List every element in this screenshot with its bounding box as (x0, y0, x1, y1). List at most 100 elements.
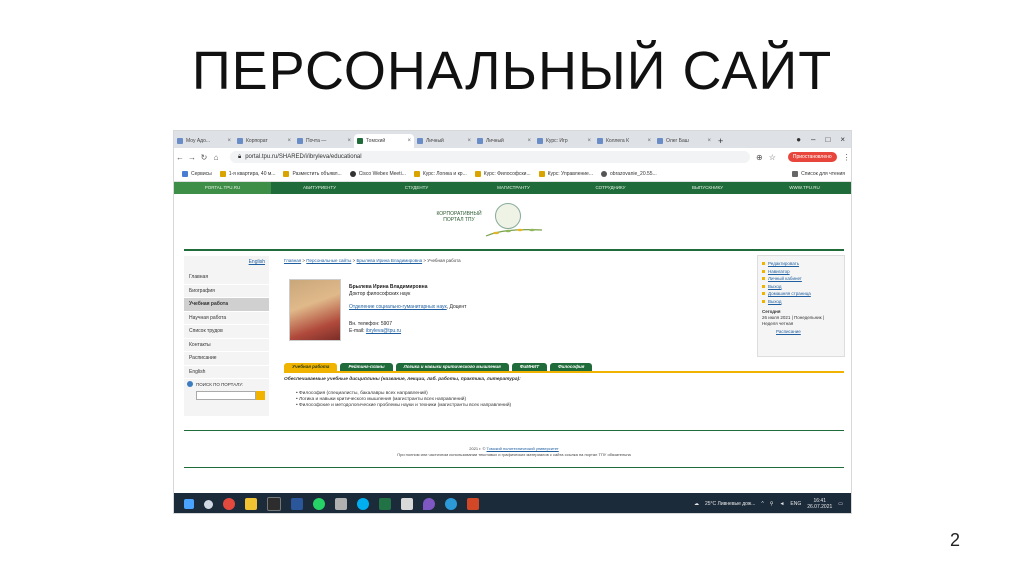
breadcrumb-home[interactable]: Главная (284, 258, 301, 263)
tab-rating-plans[interactable]: Рейтинг-планы (340, 363, 393, 371)
english-link[interactable]: English (184, 256, 269, 271)
sidebar-item-publications[interactable]: Список трудов (184, 325, 269, 339)
menu-icon[interactable]: ⋮ (843, 153, 851, 162)
topnav-applicant[interactable]: АБИТУРИЕНТУ (271, 182, 368, 194)
close-icon[interactable]: × (467, 138, 471, 144)
close-window-icon[interactable]: × (840, 135, 845, 144)
profile-icon[interactable]: ● (796, 135, 801, 144)
tray-arrow-icon[interactable]: ^ (761, 501, 763, 507)
language-indicator[interactable]: ENG (790, 501, 801, 507)
navigator-link[interactable]: Навигатор (758, 268, 844, 276)
url-field[interactable]: 🔒︎ portal.tpu.ru/SHARED/i/ibryleva/educat… (230, 151, 750, 163)
topnav-master[interactable]: МАГИСТРАНТУ (465, 182, 562, 194)
close-icon[interactable]: × (227, 138, 231, 144)
tab-teaching[interactable]: Учебная работа (284, 363, 338, 371)
excel-icon[interactable] (379, 498, 391, 510)
edit-link[interactable]: Редактировать (758, 260, 844, 268)
close-icon[interactable]: × (587, 138, 591, 144)
portal-logo[interactable]: КОРПОРАТИВНЫЙ ПОРТАЛ ТПУ (429, 201, 549, 246)
topnav-portal[interactable]: PORTAL.TPU.RU (174, 182, 271, 194)
skype-icon[interactable] (357, 498, 369, 510)
powerpoint-icon[interactable] (467, 498, 479, 510)
zoom-icon[interactable]: ⊕ (756, 153, 763, 162)
sidebar-item-schedule[interactable]: Расписание (184, 352, 269, 366)
network-icon[interactable]: ⚲ (770, 501, 774, 507)
sidebar-item-home[interactable]: Главная (184, 271, 269, 285)
edge-icon[interactable] (445, 498, 457, 510)
tab-fimnit[interactable]: ФиМНИТ (511, 363, 548, 371)
browser-tab[interactable]: Курс: Игр × (534, 134, 594, 148)
app-icon[interactable] (267, 497, 281, 511)
logout-link[interactable]: Выход (758, 298, 844, 306)
browser-tab[interactable]: Личный × (474, 134, 534, 148)
homepage-link[interactable]: Домашняя страница (758, 290, 844, 298)
sidebar-item-english[interactable]: English (184, 366, 269, 379)
chrome-icon[interactable] (223, 498, 235, 510)
close-icon[interactable]: × (347, 138, 351, 144)
new-tab-icon[interactable]: + (718, 134, 723, 148)
weather-text[interactable]: 25°C Ливневые дож... (705, 501, 755, 507)
close-icon[interactable]: × (527, 138, 531, 144)
browser-tab[interactable]: Личный × (414, 134, 474, 148)
notifications-icon[interactable]: ▭ (838, 501, 843, 507)
bookmark-item[interactable]: Cisco Webex Meeti... (349, 170, 406, 177)
exit-link[interactable]: Выход (758, 283, 844, 291)
forward-icon[interactable]: → (186, 153, 198, 162)
bookmark-item[interactable]: Сервисы (182, 170, 212, 177)
notes-icon[interactable] (335, 498, 347, 510)
windows-start-icon[interactable] (184, 499, 194, 509)
bookmark-item[interactable]: Курс: Управление... (538, 170, 593, 177)
maximize-icon[interactable]: □ (825, 135, 830, 144)
favicon-icon (537, 138, 543, 144)
browser-tab-active[interactable]: Томский × (354, 134, 414, 148)
browser-tab[interactable]: Почта — × (294, 134, 354, 148)
bookmark-item[interactable]: 1-я квартира, 40 м... (219, 170, 275, 177)
close-icon[interactable]: × (707, 138, 711, 144)
clock[interactable]: 16:41 26.07.2021 (807, 498, 832, 510)
bookmark-item[interactable]: obrazovanie_20.55... (601, 170, 657, 177)
profile-paused-button[interactable]: Приостановлено (787, 152, 837, 162)
reading-list[interactable]: Список для чтения (792, 170, 845, 177)
email-link[interactable]: ibryleva@tpu.ru (366, 328, 401, 334)
browser-tab[interactable]: Моу Адо... × (174, 134, 234, 148)
explorer-icon[interactable] (245, 498, 257, 510)
star-icon[interactable]: ☆ (769, 153, 776, 162)
cabinet-link[interactable]: Личный кабинет (758, 275, 844, 283)
search-go-button[interactable] (256, 391, 265, 400)
tab-logic[interactable]: Логика и навыки критического мышления (395, 363, 509, 371)
browser-tab[interactable]: Корпорат × (234, 134, 294, 148)
breadcrumb-sites[interactable]: Персональные сайты (306, 258, 351, 263)
browser-tab[interactable]: Коллега К × (594, 134, 654, 148)
minimize-icon[interactable]: – (811, 135, 815, 144)
breadcrumb-person[interactable]: Брылева Ирина Владимировна (356, 258, 422, 263)
drop-icon[interactable] (423, 498, 435, 510)
close-icon[interactable]: × (287, 138, 291, 144)
university-link[interactable]: Томский политехнический университет (487, 446, 559, 451)
mail-icon[interactable] (401, 498, 413, 510)
department-link[interactable]: Отделение социально-гуманитарных наук (349, 304, 447, 310)
bookmark-item[interactable]: Курс: Логика и кр... (413, 170, 467, 177)
volume-icon[interactable]: ◄ (779, 501, 784, 507)
back-icon[interactable]: ← (174, 153, 186, 162)
close-icon[interactable]: × (407, 138, 411, 144)
sidebar-item-research[interactable]: Научная работа (184, 312, 269, 325)
bookmark-item[interactable]: Разместить объявл... (283, 170, 342, 177)
reload-icon[interactable]: ↻ (198, 153, 210, 162)
browser-tab[interactable]: Олег Баш × (654, 134, 714, 148)
search-input[interactable] (196, 391, 256, 400)
bookmark-item[interactable]: Курс: Философски... (474, 170, 531, 177)
topnav-graduate[interactable]: ВЫПУСКНИКУ (659, 182, 756, 194)
tab-philosophy[interactable]: Философия (550, 363, 593, 371)
sidebar-item-teaching[interactable]: Учебная работа (184, 298, 269, 312)
word-icon[interactable] (291, 498, 303, 510)
topnav-student[interactable]: СТУДЕНТУ (368, 182, 465, 194)
close-icon[interactable]: × (647, 138, 651, 144)
topnav-employee[interactable]: СОТРУДНИКУ (562, 182, 659, 194)
search-icon[interactable] (204, 499, 213, 509)
topnav-tpu[interactable]: WWW.TPU.RU (756, 182, 851, 194)
home-icon[interactable]: ⌂ (210, 153, 222, 162)
whatsapp-icon[interactable] (313, 498, 325, 510)
sidebar-item-contacts[interactable]: Контакты (184, 339, 269, 352)
schedule-link[interactable]: Расписание (758, 329, 844, 334)
sidebar-item-biography[interactable]: Биография (184, 285, 269, 298)
